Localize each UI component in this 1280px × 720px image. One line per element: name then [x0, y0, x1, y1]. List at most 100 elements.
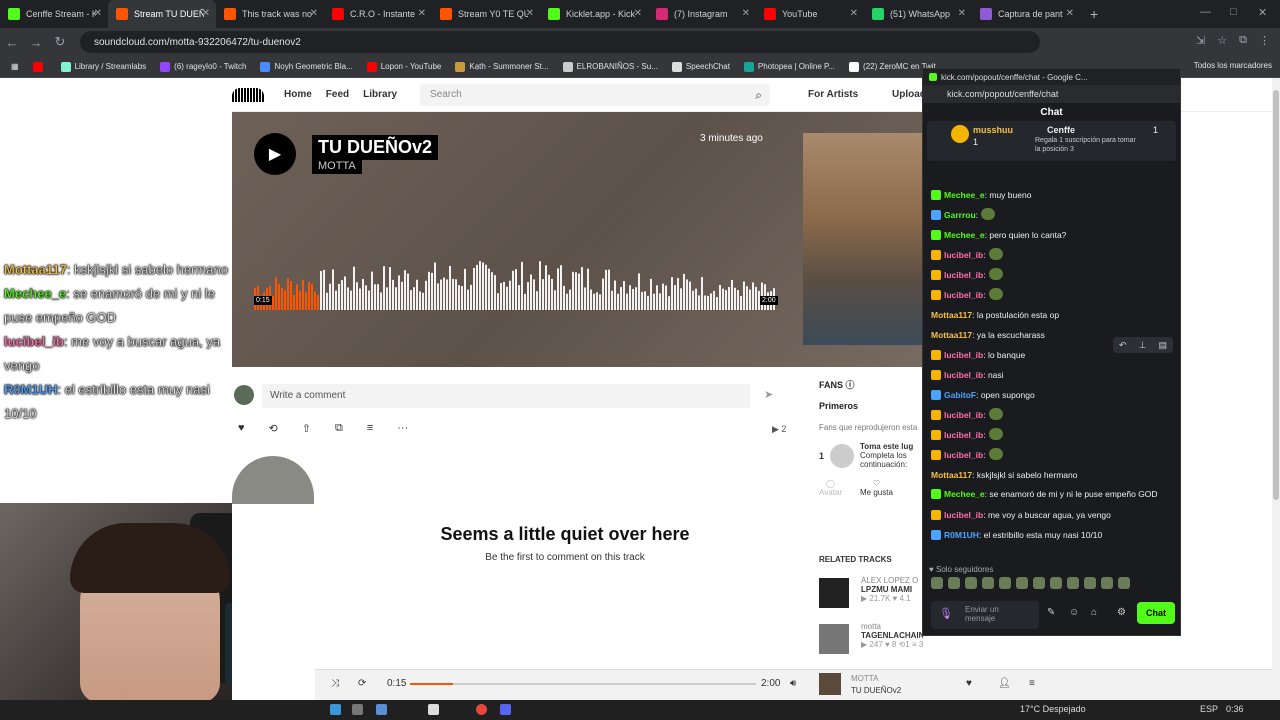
nav-upload[interactable]: Upload	[892, 89, 926, 100]
chat-username[interactable]: lucibel_ib	[944, 450, 983, 460]
emote-icon[interactable]	[999, 577, 1011, 589]
app-icon[interactable]	[428, 704, 439, 715]
pin-icon[interactable]: ⊥	[1139, 340, 1147, 351]
all-bookmarks[interactable]: Todos los marcadores	[1194, 61, 1272, 70]
bookmark-item[interactable]: Library / Streamlabs	[56, 61, 152, 72]
explorer-icon[interactable]	[376, 704, 387, 715]
translate-icon[interactable]: ✎	[1047, 607, 1055, 618]
copy-link-icon[interactable]: ⧉	[335, 422, 343, 435]
minimize-icon[interactable]: —	[1200, 6, 1211, 18]
delete-icon[interactable]: ▤	[1158, 340, 1167, 351]
bookmark-item[interactable]: ELROBANIÑOS - Su...	[558, 61, 663, 72]
emote-icon[interactable]	[1050, 577, 1062, 589]
repost-icon[interactable]: ⟲	[269, 422, 278, 435]
chat-username[interactable]: lucibel_ib	[944, 250, 983, 260]
tab-close-icon[interactable]: ✕	[850, 8, 858, 19]
star-icon[interactable]: ☆	[1217, 34, 1227, 47]
bookmark-item[interactable]: SpeechChat	[667, 61, 735, 72]
mic-icon[interactable]: 🎙︎	[939, 607, 953, 620]
chat-username[interactable]: GabitoF	[944, 390, 976, 400]
taskview-icon[interactable]	[352, 704, 363, 715]
weather-text[interactable]: 17°C Despejado	[1020, 704, 1086, 714]
chat-username[interactable]: Mottaa117	[931, 310, 972, 320]
tab-close-icon[interactable]: ✕	[202, 8, 210, 19]
shuffle-icon[interactable]: ⤨	[331, 678, 339, 689]
menu-icon[interactable]: ⋮	[1259, 34, 1270, 47]
queue-icon[interactable]: ≡	[1029, 678, 1035, 689]
chat-username[interactable]: Mechee_e	[944, 230, 985, 240]
nav-feed[interactable]: Feed	[326, 89, 349, 100]
chrome-icon[interactable]	[476, 704, 487, 715]
url-field[interactable]: soundcloud.com/motta-932206472/tu-duenov…	[80, 31, 1040, 53]
browser-tab[interactable]: (7) Instagram ✕	[648, 0, 756, 28]
discord-icon[interactable]	[500, 704, 511, 715]
send-icon[interactable]: ➤	[764, 388, 773, 401]
add-to-playlist-icon[interactable]: ≡	[367, 422, 373, 435]
more-icon[interactable]: ···	[397, 422, 408, 435]
back-icon[interactable]: ←	[0, 35, 24, 50]
bookmark-item[interactable]	[28, 61, 52, 72]
reply-icon[interactable]: ↶	[1119, 340, 1127, 351]
store-icon[interactable]: ⌂	[1091, 607, 1097, 618]
chat-username[interactable]: lucibel_ib	[944, 290, 983, 300]
browser-tab[interactable]: This track was no ✕	[216, 0, 324, 28]
search-input[interactable]: Search ⌕	[420, 84, 770, 106]
emote-icon[interactable]	[1084, 577, 1096, 589]
tab-close-icon[interactable]: ✕	[1066, 8, 1074, 19]
repeat-icon[interactable]: ⟳	[358, 678, 366, 689]
nav-home[interactable]: Home	[284, 89, 312, 100]
waveform[interactable]	[254, 260, 776, 320]
search-icon[interactable]: ⌕	[755, 88, 762, 103]
emote-icon[interactable]	[1033, 577, 1045, 589]
tab-close-icon[interactable]: ✕	[94, 8, 102, 19]
browser-tab[interactable]: YouTube ✕	[756, 0, 864, 28]
chat-send-button[interactable]: Chat	[1137, 602, 1175, 624]
play-button[interactable]: ▶	[254, 133, 296, 175]
chat-username[interactable]: lucibel_ib	[944, 430, 983, 440]
bookmark-item[interactable]: Lopon - YouTube	[362, 61, 447, 72]
bookmark-item[interactable]: Photopea | Online P...	[739, 61, 840, 72]
progress-track[interactable]	[410, 683, 756, 685]
player-title[interactable]: TU DUEÑOv2	[851, 686, 901, 695]
emote-icon[interactable]	[931, 577, 943, 589]
chat-username[interactable]: Garrrou	[944, 210, 976, 220]
scrollbar-thumb[interactable]	[1273, 90, 1279, 500]
chat-username[interactable]: lucibel_ib	[944, 410, 983, 420]
browser-tab[interactable]: Kicklet.app - Kick ✕	[540, 0, 648, 28]
windows-start-icon[interactable]	[330, 704, 341, 715]
browser-tab[interactable]: C.R.O - Instante ✕	[324, 0, 432, 28]
settings-icon[interactable]: ⚙	[1117, 607, 1126, 618]
tab-close-icon[interactable]: ✕	[526, 8, 534, 19]
nav-for-artists[interactable]: For Artists	[808, 89, 858, 100]
clock-text[interactable]: 0:36	[1226, 704, 1244, 714]
tab-close-icon[interactable]: ✕	[418, 8, 426, 19]
bookmark-item[interactable]: Noyh Geometric Bla...	[255, 61, 357, 72]
comment-input[interactable]: Write a comment	[262, 384, 750, 408]
tab-close-icon[interactable]: ✕	[310, 8, 318, 19]
new-tab-icon[interactable]: +	[1090, 6, 1098, 22]
browser-tab[interactable]: Stream Y0 TE QU ✕	[432, 0, 540, 28]
browser-tab[interactable]: Captura de pant ✕	[972, 0, 1080, 28]
fans-tab-primeros[interactable]: Primeros	[819, 401, 923, 411]
tab-close-icon[interactable]: ✕	[634, 8, 642, 19]
browser-tab[interactable]: Cenffe Stream - K ✕	[0, 0, 108, 28]
player-artist[interactable]: MOTTA	[851, 674, 878, 683]
player-like-icon[interactable]: ♥	[966, 678, 972, 689]
emote-icon[interactable]	[982, 577, 994, 589]
chat-username[interactable]: lucibel_ib	[944, 370, 983, 380]
emoji-icon[interactable]: ☺	[1069, 607, 1079, 618]
soundcloud-logo-icon[interactable]	[232, 87, 264, 102]
like-icon[interactable]: ♥	[238, 422, 245, 435]
track-artist[interactable]: MOTTA	[312, 158, 362, 174]
emote-icon[interactable]	[1101, 577, 1113, 589]
follow-icon[interactable]: 👤︎	[998, 678, 1011, 689]
emote-icon[interactable]	[1016, 577, 1028, 589]
emote-icon[interactable]	[1067, 577, 1079, 589]
bookmark-item[interactable]: (6) rageylo0 - Twitch	[155, 61, 251, 72]
chat-username[interactable]: Mechee_e	[944, 190, 985, 200]
emote-icon[interactable]	[948, 577, 960, 589]
chat-username[interactable]: Mottaa117	[931, 330, 972, 340]
chat-username[interactable]: lucibel_ib	[944, 510, 983, 520]
chat-username[interactable]: R0M1UH	[944, 530, 979, 540]
fan-like-action[interactable]: ♡ Me gusta	[860, 479, 893, 497]
